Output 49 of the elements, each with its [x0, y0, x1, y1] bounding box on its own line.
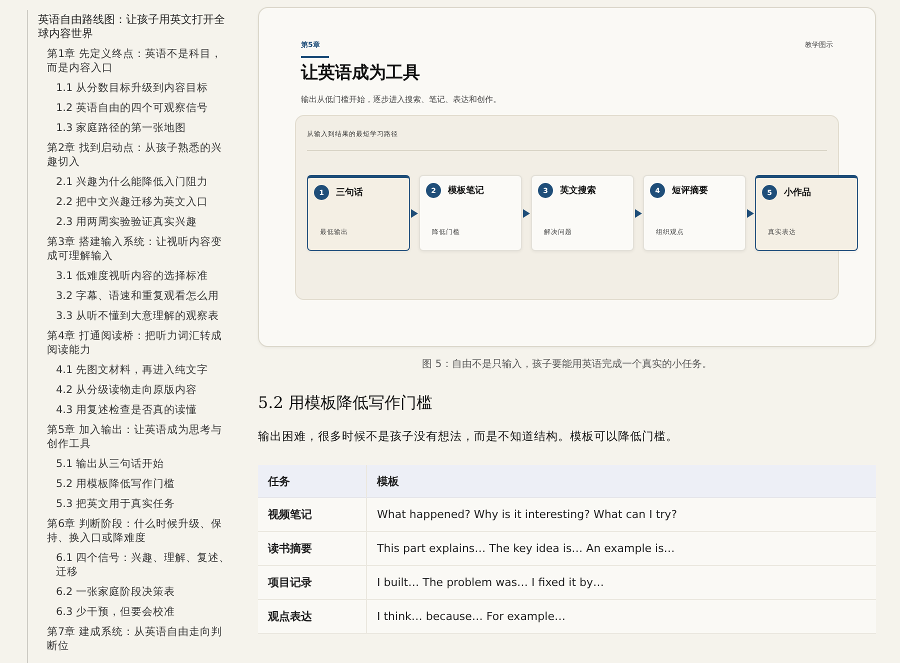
toc-link[interactable]: 4.1 先图文材料，再进入纯文字 — [56, 360, 232, 380]
toc-link[interactable]: 第5章 加入输出：让英语成为思考与创作工具 — [47, 420, 232, 454]
toc-link[interactable]: 第1章 先定义终点：英语不是科目，而是内容入口 — [47, 44, 232, 78]
toc-link[interactable]: 4.3 用复述检查是否真的读懂 — [56, 400, 232, 420]
toc-link[interactable]: 3.3 从听不懂到大意理解的观察表 — [56, 306, 232, 326]
table-cell: 项目记录 — [258, 566, 366, 600]
column-header: 任务 — [258, 465, 366, 498]
table-cell: 读书摘要 — [258, 532, 366, 566]
toc-link[interactable]: 4.2 从分级读物走向原版内容 — [56, 380, 232, 400]
table-cell: This part explains… The key idea is… An example is… — [366, 532, 876, 566]
figure-subtitle: 输出从低门槛开始，逐步进入搜索、笔记、表达和创作。 — [301, 94, 502, 105]
toc-link[interactable]: 2.3 用两周实验验证真实兴趣 — [56, 212, 232, 232]
toc-link[interactable]: 第2章 找到启动点：从孩子熟悉的兴趣切入 — [47, 138, 232, 172]
table-cell: I built… The problem was… I fixed it by… — [366, 566, 876, 600]
section-heading: 5.2 用模板降低写作门槛 — [258, 393, 434, 414]
toc-link[interactable]: 第6章 判断阶段：什么时候升级、保持、换入口或降难度 — [47, 514, 232, 548]
toc-link[interactable]: 2.2 把中文兴趣迁移为英文入口 — [56, 192, 232, 212]
column-header: 模板 — [366, 465, 876, 498]
table-cell: 视频笔记 — [258, 498, 366, 532]
toc-link[interactable]: 第3章 搭建输入系统：让视听内容变成可理解输入 — [47, 232, 232, 266]
step-title: 短评摘要 — [672, 184, 708, 197]
toc-link[interactable]: 3.1 低难度视听内容的选择标准 — [56, 266, 232, 286]
arrow-icon — [523, 208, 530, 218]
toc-link[interactable]: 第7章 建成系统：从英语自由走向判断位 — [47, 622, 232, 656]
figure-title: 让英语成为工具 — [301, 62, 421, 84]
table-cell: 观点表达 — [258, 600, 366, 634]
step-title: 英文搜索 — [560, 184, 596, 197]
toc-link[interactable]: 1.2 英语自由的四个可观察信号 — [56, 98, 232, 118]
step-title: 模板笔记 — [448, 184, 484, 197]
toc-link[interactable]: 英语自由路线图：让孩子用英文打开全球内容世界 — [38, 10, 232, 44]
toc-link[interactable]: 3.2 字幕、语速和重复观看怎么用 — [56, 286, 232, 306]
toc-link[interactable]: 5.3 把英文用于真实任务 — [56, 494, 232, 514]
toc-link[interactable]: 1.3 家庭路径的第一张地图 — [56, 118, 232, 138]
step-title: 小作品 — [784, 186, 811, 199]
step-title: 三句话 — [336, 186, 363, 199]
table-cell: I think… because… For example… — [366, 600, 876, 634]
figure-caption: 图 5：自由不是只输入，孩子要能用英语完成一个真实的小任务。 — [421, 358, 713, 371]
accent-bar — [301, 56, 329, 58]
toc-link[interactable]: 2.1 兴趣为什么能降低入门阻力 — [56, 172, 232, 192]
arrow-icon — [635, 208, 642, 218]
toc-link[interactable]: 6.2 一张家庭阶段决策表 — [56, 582, 232, 602]
toc-link[interactable]: 5.2 用模板降低写作门槛 — [56, 474, 232, 494]
toc-link[interactable]: 第4章 打通阅读桥：把听力词汇转成阅读能力 — [47, 326, 232, 360]
toc-link[interactable]: 5.1 输出从三句话开始 — [56, 454, 232, 474]
table-cell: What happened? Why is it interesting? What can I try? — [366, 498, 876, 532]
toc-link[interactable]: 6.1 四个信号：兴趣、理解、复述、迁移 — [56, 548, 232, 582]
paragraph: 输出困难，很多时候不是孩子没有想法，而是不知道结构。模板可以降低门槛。 — [258, 429, 679, 444]
toc-link[interactable]: 1.1 从分数目标升级到内容目标 — [56, 78, 232, 98]
toc-link[interactable]: 6.3 少干预，但要会校准 — [56, 602, 232, 622]
